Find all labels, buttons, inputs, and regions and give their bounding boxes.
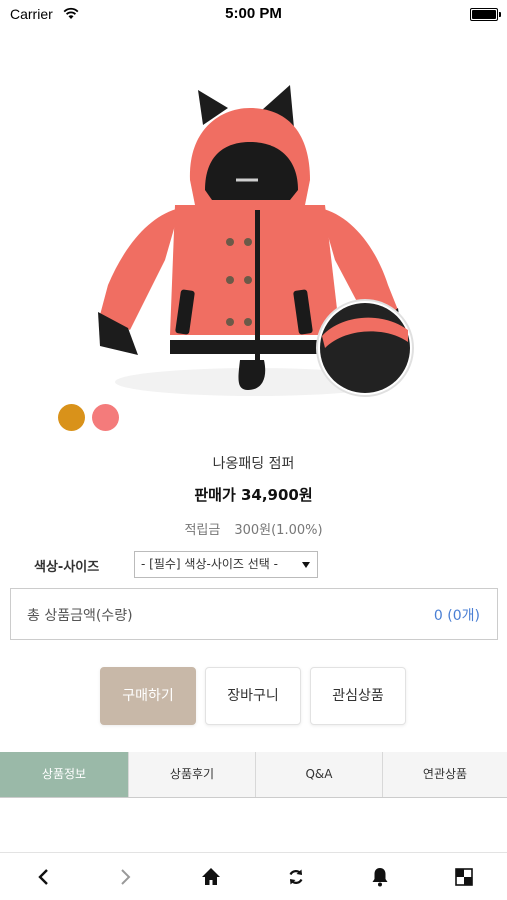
product-name: 나옹패딩 점퍼 <box>212 456 295 472</box>
tab-related[interactable]: 연관상품 <box>382 752 507 797</box>
tab-product-info[interactable]: 상품정보 <box>0 752 128 797</box>
reward-points: 적립금 300원(1.00%) <box>0 519 507 538</box>
select-value: - [필수] 색상-사이즈 선택 - <box>141 557 278 571</box>
battery-icon <box>470 8 501 21</box>
status-time: 5:00 PM <box>225 5 282 22</box>
color-size-select[interactable]: - [필수] 색상-사이즈 선택 - <box>134 551 318 578</box>
product-tabs: 상품정보 상품후기 Q&A 연관상품 <box>0 752 507 798</box>
home-icon[interactable] <box>196 863 226 891</box>
total-label: 총 상품금액(수량) <box>27 608 133 624</box>
color-swatch-pink[interactable] <box>92 404 119 431</box>
dropdown-arrow-icon <box>302 562 310 568</box>
points-label: 적립금 <box>184 523 221 538</box>
tab-reviews[interactable]: 상품후기 <box>128 752 255 797</box>
status-bar: Carrier 5:00 PM <box>0 0 507 30</box>
bottom-toolbar <box>0 852 507 900</box>
total-value: 0 (0개) <box>433 608 480 624</box>
buy-button[interactable]: 구매하기 <box>100 667 196 725</box>
tab-qna[interactable]: Q&A <box>255 752 382 797</box>
forward-icon[interactable] <box>111 863 141 891</box>
bell-icon[interactable] <box>365 863 395 891</box>
option-label: 색상-사이즈 <box>34 560 100 575</box>
add-to-cart-button[interactable]: 장바구니 <box>205 667 301 725</box>
back-icon[interactable] <box>28 863 58 891</box>
refresh-icon[interactable] <box>281 863 311 891</box>
total-price-box: 총 상품금액(수량) 0 (0개) <box>10 588 498 640</box>
product-price: 판매가 34,900원 <box>194 486 313 504</box>
wishlist-button[interactable]: 관심상품 <box>310 667 406 725</box>
product-image[interactable] <box>0 30 507 440</box>
points-value: 300원(1.00%) <box>234 523 323 538</box>
color-swatch-orange[interactable] <box>58 404 85 431</box>
menu-grid-icon[interactable] <box>449 863 479 891</box>
